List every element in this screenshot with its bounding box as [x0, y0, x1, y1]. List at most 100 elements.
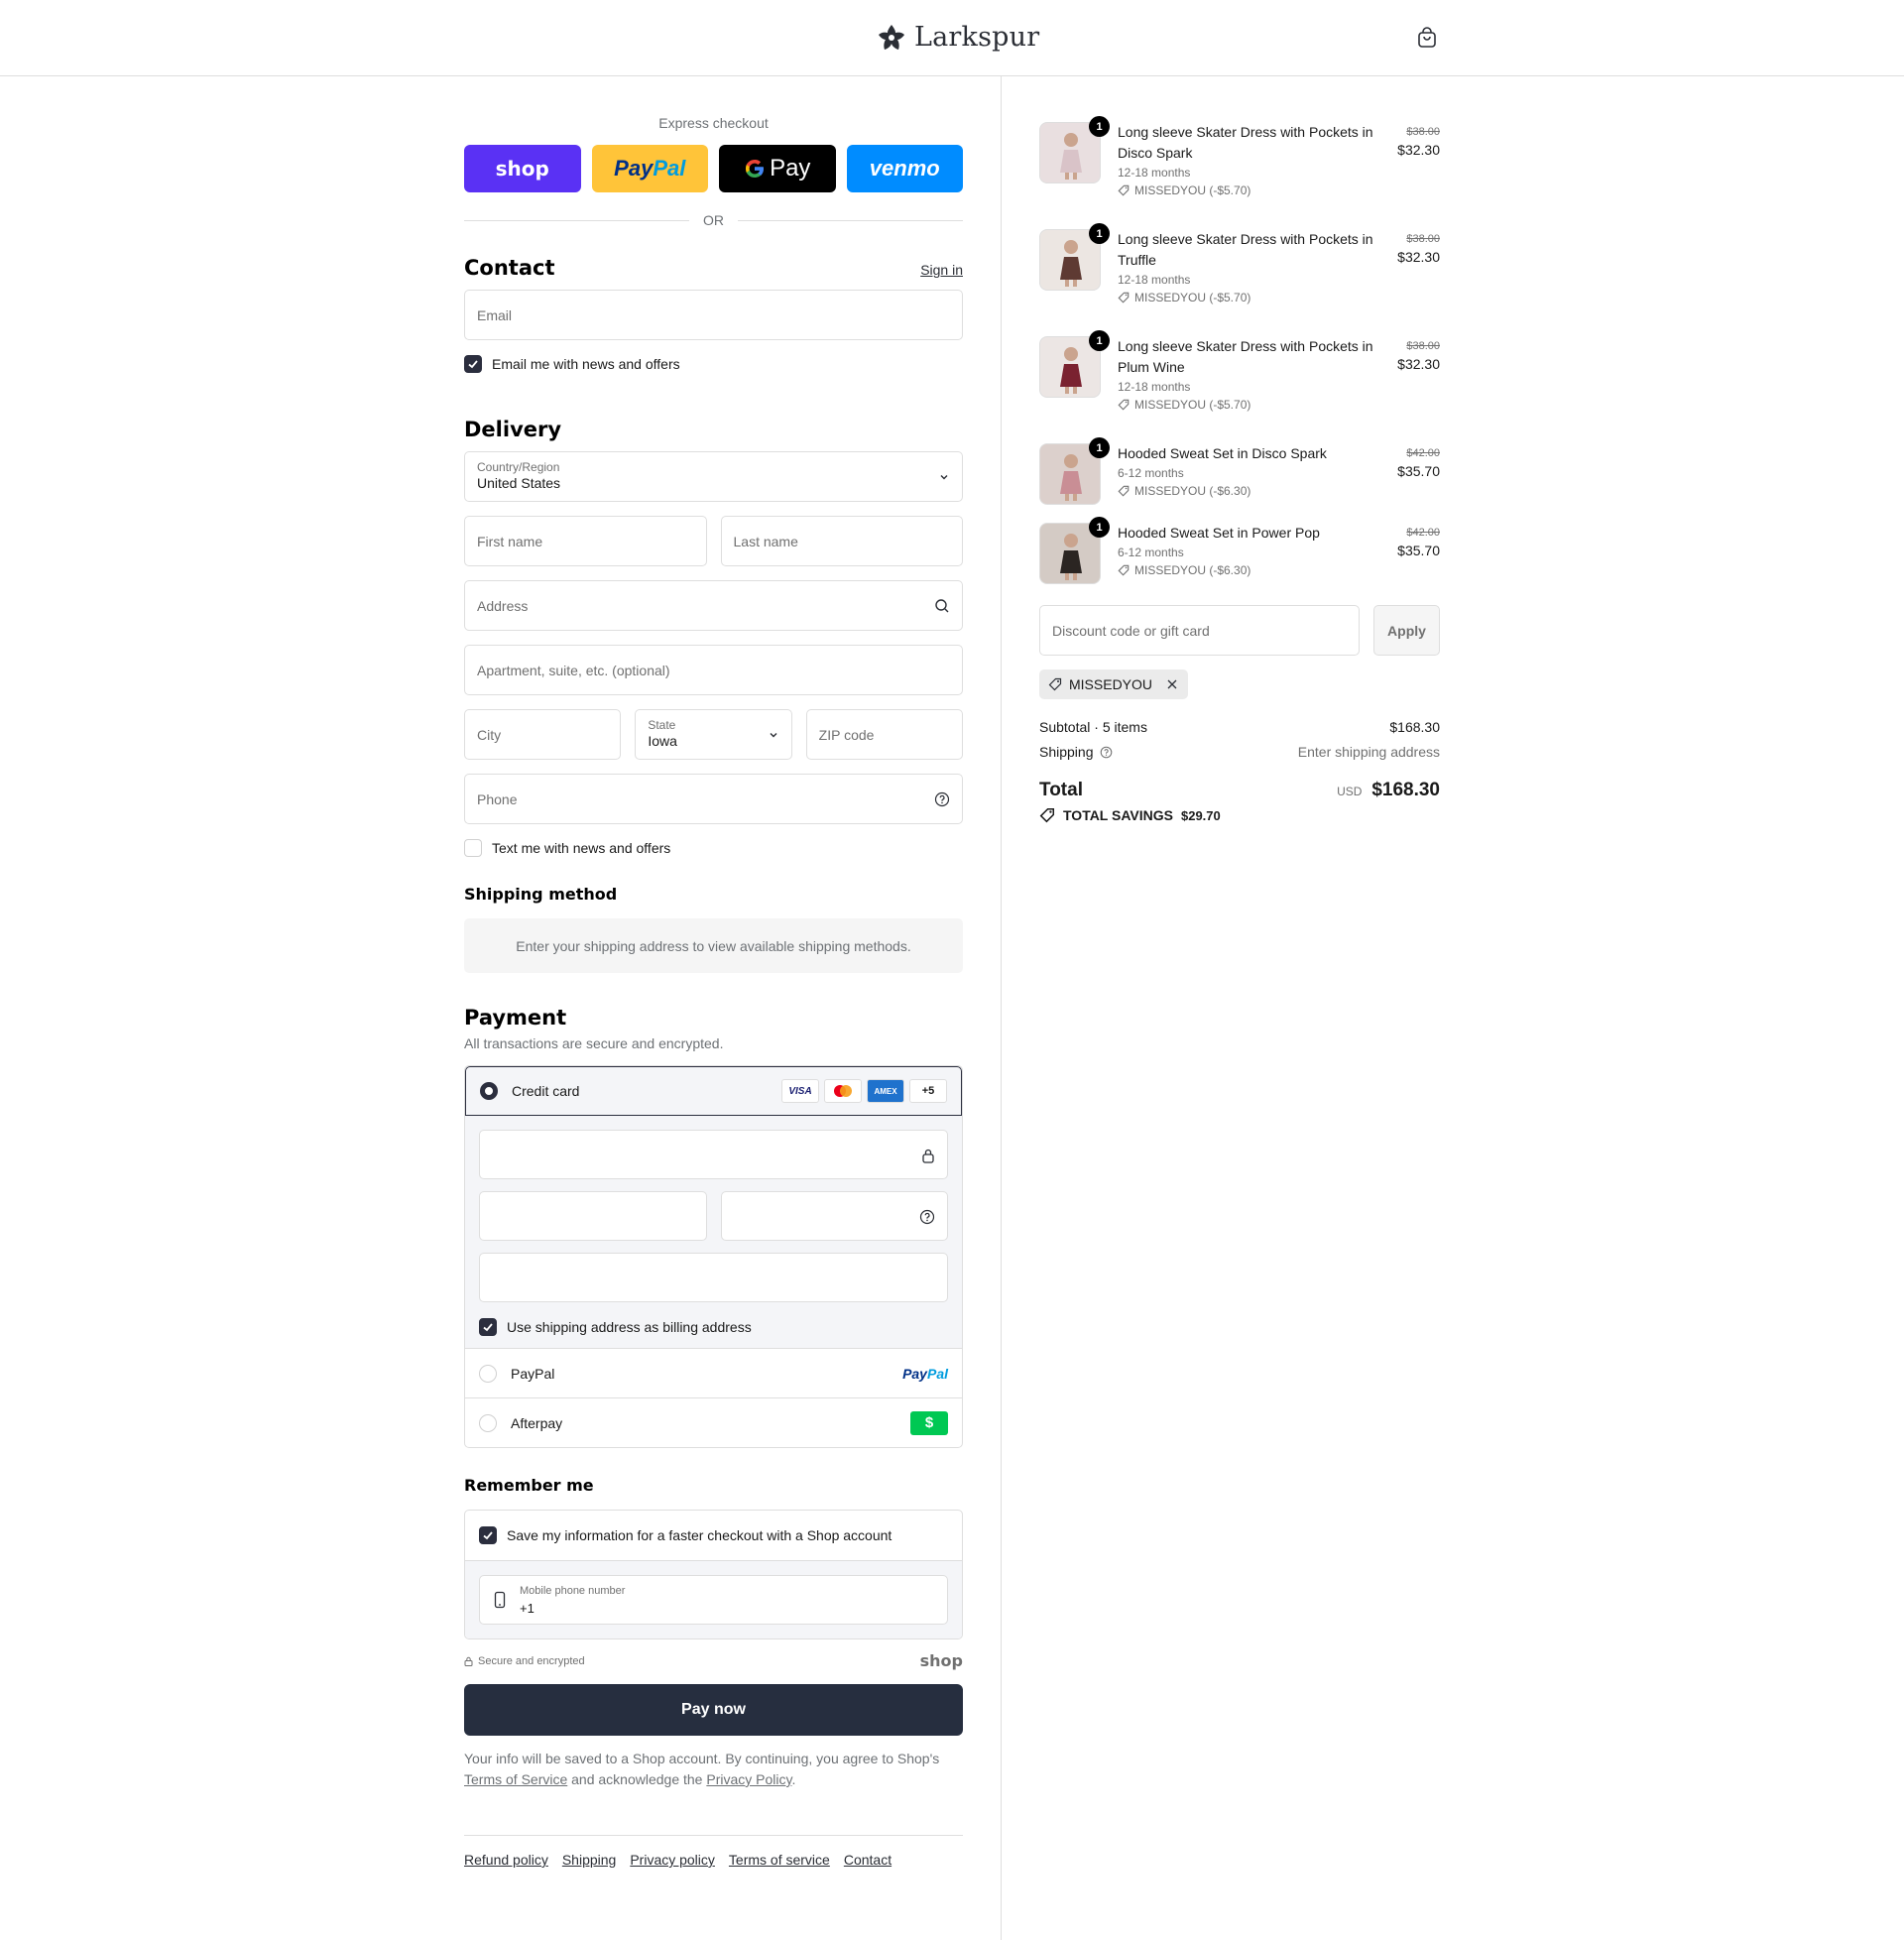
- checkbox-unchecked[interactable]: [464, 839, 482, 857]
- shipping-policy-link[interactable]: Shipping: [562, 1852, 617, 1868]
- google-g-icon: [746, 160, 765, 178]
- billing-address-label: Use shipping address as billing address: [507, 1319, 752, 1335]
- lock-icon: [464, 1656, 473, 1666]
- venmo-button[interactable]: venmo: [846, 145, 963, 192]
- afterpay-radio[interactable]: [479, 1413, 497, 1432]
- phone-placeholder: Phone: [477, 790, 518, 807]
- card-brands: VISA AMEX +5: [781, 1079, 947, 1103]
- contact-header: Contact Sign in: [464, 256, 963, 280]
- shipping-row: Shipping Enter shipping address: [1039, 744, 1440, 760]
- shipping-method-title: Shipping method: [464, 885, 618, 904]
- state-select[interactable]: State Iowa: [635, 709, 792, 760]
- card-number-field[interactable]: [479, 1130, 948, 1179]
- billing-address-checkbox[interactable]: Use shipping address as billing address: [479, 1318, 948, 1336]
- quantity-badge: 1: [1089, 437, 1110, 458]
- line-item: 1 Hooded Sweat Set in Power Pop 6-12 month…: [1039, 517, 1440, 584]
- discount-chip-code: MISSEDYOU: [1069, 676, 1153, 692]
- help-circle-icon[interactable]: [919, 1209, 935, 1225]
- item-discount: MISSEDYOU (-$6.30): [1118, 482, 1375, 500]
- check-icon: [468, 360, 478, 369]
- name-on-card-field[interactable]: [479, 1253, 948, 1302]
- search-icon: [935, 598, 949, 612]
- mobile-phone-value: +1: [520, 1601, 535, 1616]
- quantity-badge: 1: [1089, 517, 1110, 538]
- item-discount: MISSEDYOU (-$6.30): [1118, 561, 1375, 579]
- paypal-logo: PayPal: [902, 1366, 948, 1382]
- city-placeholder: City: [477, 726, 502, 743]
- tag-icon: [1039, 807, 1055, 823]
- security-code-field[interactable]: [720, 1191, 948, 1241]
- credit-card-option[interactable]: Credit card VISA AMEX +5: [465, 1066, 962, 1116]
- last-name-field[interactable]: Last name: [720, 516, 963, 566]
- line-items: 1 Long sleeve Skater Dress with Pockets i…: [1039, 116, 1440, 584]
- item-name: Long sleeve Skater Dress with Pockets in…: [1118, 124, 1373, 161]
- apartment-field[interactable]: Apartment, suite, etc. (optional): [464, 645, 963, 695]
- mobile-phone-icon: [494, 1591, 506, 1609]
- checkbox-checked[interactable]: [479, 1318, 497, 1336]
- remember-me-title: Remember me: [464, 1476, 594, 1495]
- expiry-field[interactable]: [479, 1191, 707, 1241]
- phone-field[interactable]: Phone: [464, 774, 963, 824]
- check-icon: [483, 1531, 493, 1540]
- item-variant: 6-12 months: [1118, 546, 1184, 559]
- paypal-radio[interactable]: [479, 1364, 497, 1383]
- mobile-phone-field[interactable]: Mobile phone number +1: [479, 1575, 948, 1625]
- credit-card-label: Credit card: [512, 1083, 580, 1099]
- check-icon: [483, 1323, 493, 1332]
- contact-link[interactable]: Contact: [844, 1852, 892, 1868]
- state-label: State: [648, 718, 676, 732]
- privacy-policy-link[interactable]: Privacy Policy: [706, 1771, 791, 1787]
- shipping-label: Shipping: [1039, 744, 1094, 760]
- refund-policy-link[interactable]: Refund policy: [464, 1852, 548, 1868]
- item-name: Hooded Sweat Set in Disco Spark: [1118, 445, 1327, 461]
- zip-field[interactable]: ZIP code: [805, 709, 963, 760]
- item-original-price: $38.00: [1406, 340, 1440, 352]
- paypal-option[interactable]: PayPal PayPal: [465, 1348, 962, 1397]
- shop-pay-button[interactable]: shop: [464, 145, 581, 192]
- paypal-label-a: Pay: [614, 156, 654, 181]
- pay-now-button[interactable]: Pay now: [464, 1684, 963, 1736]
- checkbox-checked[interactable]: [464, 355, 482, 373]
- item-original-price: $38.00: [1406, 233, 1440, 245]
- total-amount-wrap: USD $168.30: [1337, 780, 1440, 801]
- help-circle-icon[interactable]: [934, 791, 950, 807]
- tag-icon: [1048, 677, 1062, 691]
- city-field[interactable]: City: [464, 709, 622, 760]
- google-pay-button[interactable]: Pay: [719, 145, 836, 192]
- brand-logo[interactable]: Larkspur: [877, 22, 1039, 53]
- policy-footer: Refund policy Shipping Privacy policy Te…: [464, 1835, 963, 1868]
- address-field[interactable]: Address: [464, 580, 963, 631]
- item-discount: MISSEDYOU (-$5.70): [1118, 396, 1375, 414]
- sign-in-link[interactable]: Sign in: [920, 262, 963, 278]
- text-news-checkbox[interactable]: Text me with news and offers: [464, 839, 963, 857]
- paypal-button[interactable]: Pay Pal: [591, 145, 708, 192]
- close-icon[interactable]: [1165, 677, 1179, 691]
- discount-code-field[interactable]: Discount code or gift card: [1039, 605, 1360, 656]
- paypal-label-b: Pal: [653, 156, 686, 181]
- item-price: $42.00 $35.70: [1397, 523, 1440, 558]
- checkbox-checked[interactable]: [479, 1526, 497, 1544]
- quantity-badge: 1: [1089, 223, 1110, 244]
- afterpay-option[interactable]: Afterpay $: [465, 1397, 962, 1447]
- email-field[interactable]: Email: [464, 290, 963, 340]
- cart-bag-icon[interactable]: [1415, 26, 1439, 55]
- city-state-zip-row: City State Iowa ZIP code: [464, 709, 963, 760]
- email-news-checkbox[interactable]: Email me with news and offers: [464, 355, 963, 373]
- apply-discount-button[interactable]: Apply: [1373, 605, 1440, 656]
- credit-card-radio[interactable]: [480, 1082, 498, 1100]
- item-original-price: $38.00: [1406, 126, 1440, 138]
- subtotal-row: Subtotal · 5 items $168.30: [1039, 719, 1440, 735]
- afterpay-option-label: Afterpay: [511, 1414, 563, 1431]
- terms-of-service-link[interactable]: Terms of Service: [464, 1771, 567, 1787]
- item-discount-text: MISSEDYOU (-$5.70): [1134, 291, 1251, 304]
- chevron-down-icon: [770, 732, 777, 737]
- first-name-field[interactable]: First name: [464, 516, 707, 566]
- brand-name: Larkspur: [914, 22, 1040, 53]
- help-circle-icon[interactable]: [1100, 746, 1113, 759]
- terms-of-service-footer-link[interactable]: Terms of service: [729, 1852, 830, 1868]
- save-info-checkbox[interactable]: Save my information for a faster checkou…: [465, 1511, 962, 1560]
- country-select[interactable]: Country/Region United States: [464, 451, 963, 502]
- terms-notice: Your info will be saved to a Shop accoun…: [464, 1749, 963, 1790]
- tag-icon: [1118, 184, 1130, 196]
- privacy-policy-footer-link[interactable]: Privacy policy: [630, 1852, 715, 1868]
